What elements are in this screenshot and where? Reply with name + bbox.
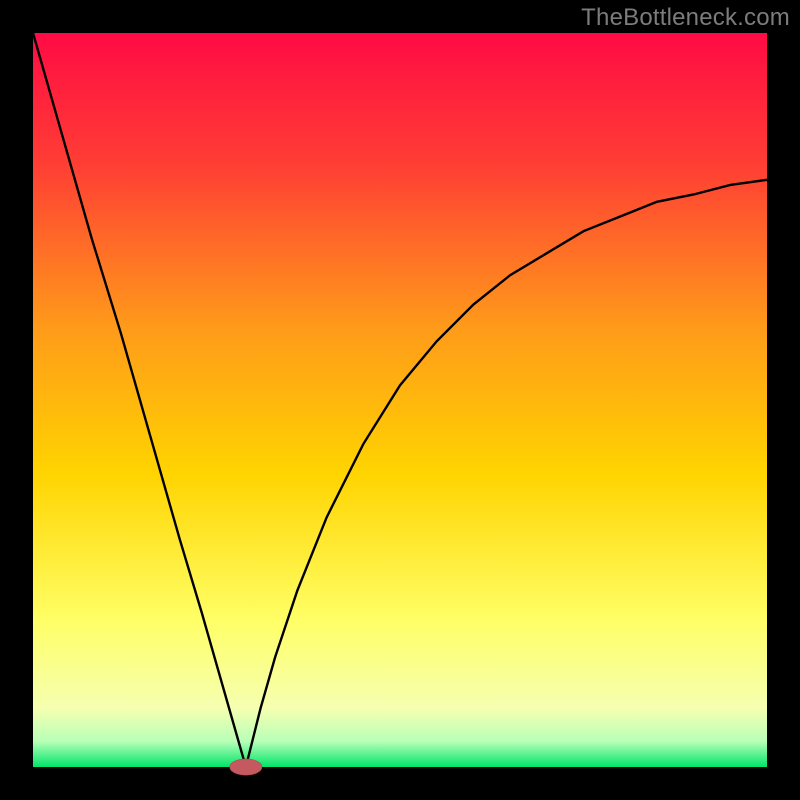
chart-frame: TheBottleneck.com — [0, 0, 800, 800]
plot-background-gradient — [33, 33, 767, 767]
attribution-text: TheBottleneck.com — [581, 4, 790, 32]
minimum-marker — [230, 759, 262, 775]
bottleneck-chart — [0, 0, 800, 800]
